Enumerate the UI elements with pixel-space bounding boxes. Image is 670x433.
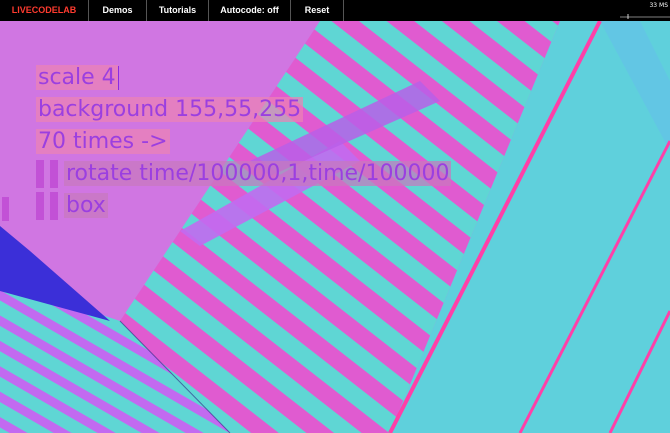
livecodelab-logo[interactable]: LIVECODELAB	[0, 0, 88, 21]
code-line-3[interactable]: 70 times ->	[8, 97, 451, 154]
code-line-5-text: box	[63, 193, 108, 218]
code-editor[interactable]: scale 4 background 155,55,255 70 times -…	[8, 33, 452, 220]
fps-graph	[620, 14, 670, 19]
fps-label: 33 MS	[649, 2, 668, 9]
indent-marker	[49, 192, 58, 220]
code-line-5[interactable]: box	[8, 161, 451, 220]
menu-demos[interactable]: Demos	[88, 0, 146, 21]
indent-marker	[35, 192, 44, 220]
code-line-1[interactable]: scale 4	[8, 33, 451, 90]
code-line-4[interactable]: rotate time/100000,1,time/100000	[8, 129, 452, 188]
menu-reset[interactable]: Reset	[290, 0, 344, 21]
fps-meter: 33 MS	[618, 0, 670, 21]
menu-bar: LIVECODELAB Demos Tutorials Autocode: of…	[0, 0, 670, 21]
menu-tutorials[interactable]: Tutorials	[146, 0, 208, 21]
code-line-2[interactable]: background 155,55,255	[8, 65, 451, 122]
menu-autocode-toggle[interactable]: Autocode: off	[208, 0, 290, 21]
